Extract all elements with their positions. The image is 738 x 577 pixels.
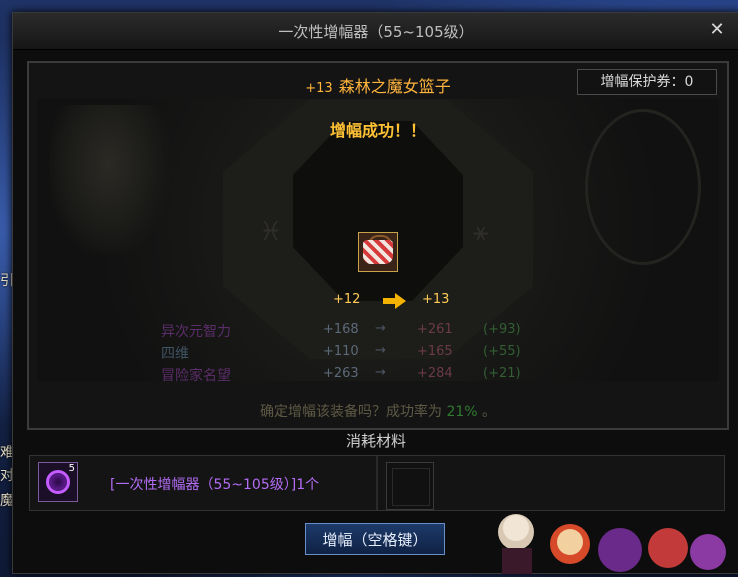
divider — [376, 456, 378, 510]
stat-diff: (+55) — [483, 344, 521, 359]
item-level: +13 — [305, 81, 333, 96]
stat-name: 异次元智力 — [161, 324, 231, 340]
material-label: [一次性增幅器（55~105级）]1个 — [110, 477, 320, 493]
item-name: 森林之魔女篮子 — [338, 77, 451, 96]
confirm-suffix: 。 — [482, 404, 497, 420]
rune-icon: ♓ — [259, 217, 283, 247]
to-level: +13 — [422, 292, 450, 307]
octagon-core — [293, 121, 463, 301]
materials-header: 消耗材料 — [345, 432, 406, 450]
close-button[interactable]: ✕ — [707, 19, 727, 41]
stat-row: 冒险家名望 +263 → +284 (+21) — [37, 365, 719, 385]
stat-old-value: +110 — [323, 344, 359, 359]
background-characters — [498, 514, 726, 574]
dialog-titlebar[interactable]: 一次性增幅器（55~105级） ✕ — [13, 13, 738, 50]
stat-old-value: +168 — [323, 322, 359, 337]
from-level: +12 — [333, 292, 361, 307]
panel-header: +13 森林之魔女篮子 增幅保护券：0 — [29, 63, 727, 99]
protection-ticket-counter: 增幅保护券：0 — [577, 69, 717, 95]
stat-arrow-icon: → — [375, 365, 386, 380]
stat-name: 四维 — [161, 346, 189, 362]
basket-body — [363, 240, 393, 264]
witch-basket-icon[interactable] — [358, 232, 398, 272]
stat-name: 冒险家名望 — [161, 368, 231, 384]
arrow-right-icon — [383, 293, 406, 309]
stat-new-value: +165 — [417, 344, 453, 359]
confirm-prefix: 确定增幅该装备吗？成功率为 — [259, 404, 442, 420]
upgrade-panel: +13 森林之魔女篮子 增幅保护券：0 ♓ ⚹ 增幅成功！！ +12 +13 异… — [27, 61, 729, 430]
amplify-dialog: 一次性增幅器（55~105级） ✕ +13 森林之魔女篮子 增幅保护券：0 ♓ ⚹… — [12, 12, 738, 574]
empty-material-slot[interactable] — [386, 462, 434, 510]
dialog-title: 一次性增幅器（55~105级） — [278, 23, 474, 41]
close-icon: ✕ — [709, 19, 725, 40]
stat-arrow-icon: → — [375, 343, 386, 358]
rune-icon: ⚹ — [473, 217, 489, 247]
stat-row: 四维 +110 → +165 (+55) — [37, 343, 719, 363]
amplify-button[interactable]: 增幅（空格键） — [305, 523, 445, 555]
success-message: 增幅成功！！ — [329, 121, 426, 140]
confirm-message: 确定增幅该装备吗？成功率为 21% 。 — [29, 401, 727, 421]
stat-arrow-icon: → — [375, 321, 386, 336]
stat-changes: 异次元智力 +168 → +261 (+93) 四维 +110 → +165 (… — [37, 313, 719, 393]
stat-old-value: +263 — [323, 366, 359, 381]
orb-shape — [46, 470, 70, 494]
material-count: 5 — [68, 463, 75, 474]
stat-new-value: +261 — [417, 322, 453, 337]
stat-diff: (+21) — [483, 366, 521, 381]
stat-new-value: +284 — [417, 366, 453, 381]
stat-diff: (+93) — [483, 322, 521, 337]
empty-slot-inner — [392, 468, 430, 506]
stat-row: 异次元智力 +168 → +261 (+93) — [37, 321, 719, 341]
success-rate: 21% — [446, 404, 478, 420]
amplifier-orb-icon[interactable]: 5 — [38, 462, 78, 502]
level-change-row: +12 +13 — [37, 289, 719, 313]
